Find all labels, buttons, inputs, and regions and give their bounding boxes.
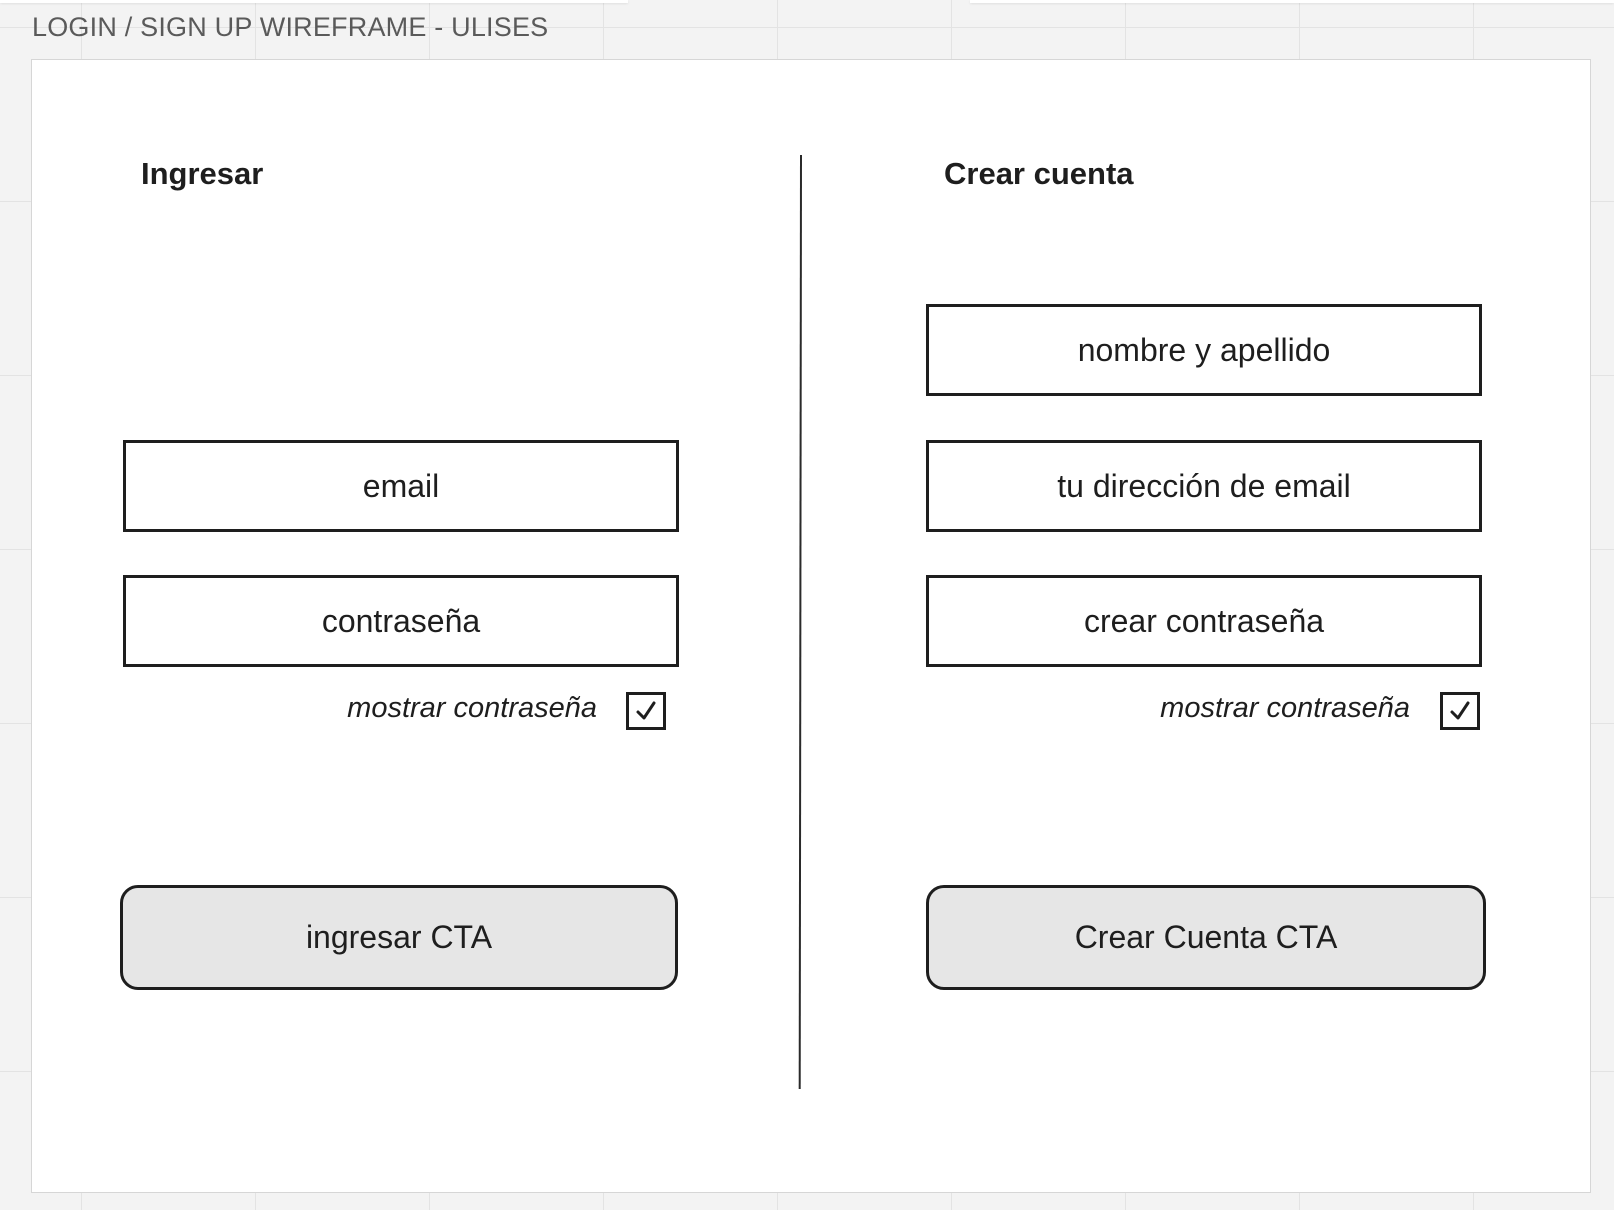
signup-email-field[interactable]: tu dirección de email — [926, 440, 1482, 532]
canvas-neighbor-frame-right — [970, 0, 1614, 3]
login-show-password-checkbox[interactable] — [626, 692, 666, 730]
signup-password-placeholder: crear contraseña — [1083, 602, 1325, 639]
signup-name-placeholder: nombre y apellido — [1077, 331, 1331, 368]
login-submit-button[interactable]: ingresar CTA — [120, 885, 678, 990]
login-email-field[interactable]: email — [123, 440, 679, 532]
signup-show-password-label: mostrar contraseña — [1160, 692, 1410, 724]
signup-name-field[interactable]: nombre y apellido — [926, 304, 1482, 396]
checkmark-icon — [636, 701, 656, 720]
login-email-placeholder: email — [362, 467, 440, 504]
signup-email-placeholder: tu dirección de email — [1057, 467, 1351, 504]
signup-submit-label: Crear Cuenta CTA — [1074, 919, 1338, 955]
signup-show-password-checkbox[interactable] — [1440, 692, 1480, 730]
canvas-neighbor-frame-left — [0, 0, 628, 3]
login-show-password-label: mostrar contraseña — [347, 692, 597, 724]
login-heading: Ingresar — [141, 156, 264, 191]
login-password-field[interactable]: contraseña — [123, 575, 679, 667]
signup-password-field[interactable]: crear contraseña — [926, 575, 1482, 667]
checkmark-icon — [1450, 701, 1470, 720]
login-password-placeholder: contraseña — [321, 602, 481, 639]
login-submit-label: ingresar CTA — [305, 919, 493, 955]
signup-submit-button[interactable]: Crear Cuenta CTA — [926, 885, 1486, 990]
signup-heading: Crear cuenta — [944, 156, 1134, 191]
frame-title[interactable]: LOGIN / SIGN UP WIREFRAME - ULISES — [32, 12, 548, 43]
